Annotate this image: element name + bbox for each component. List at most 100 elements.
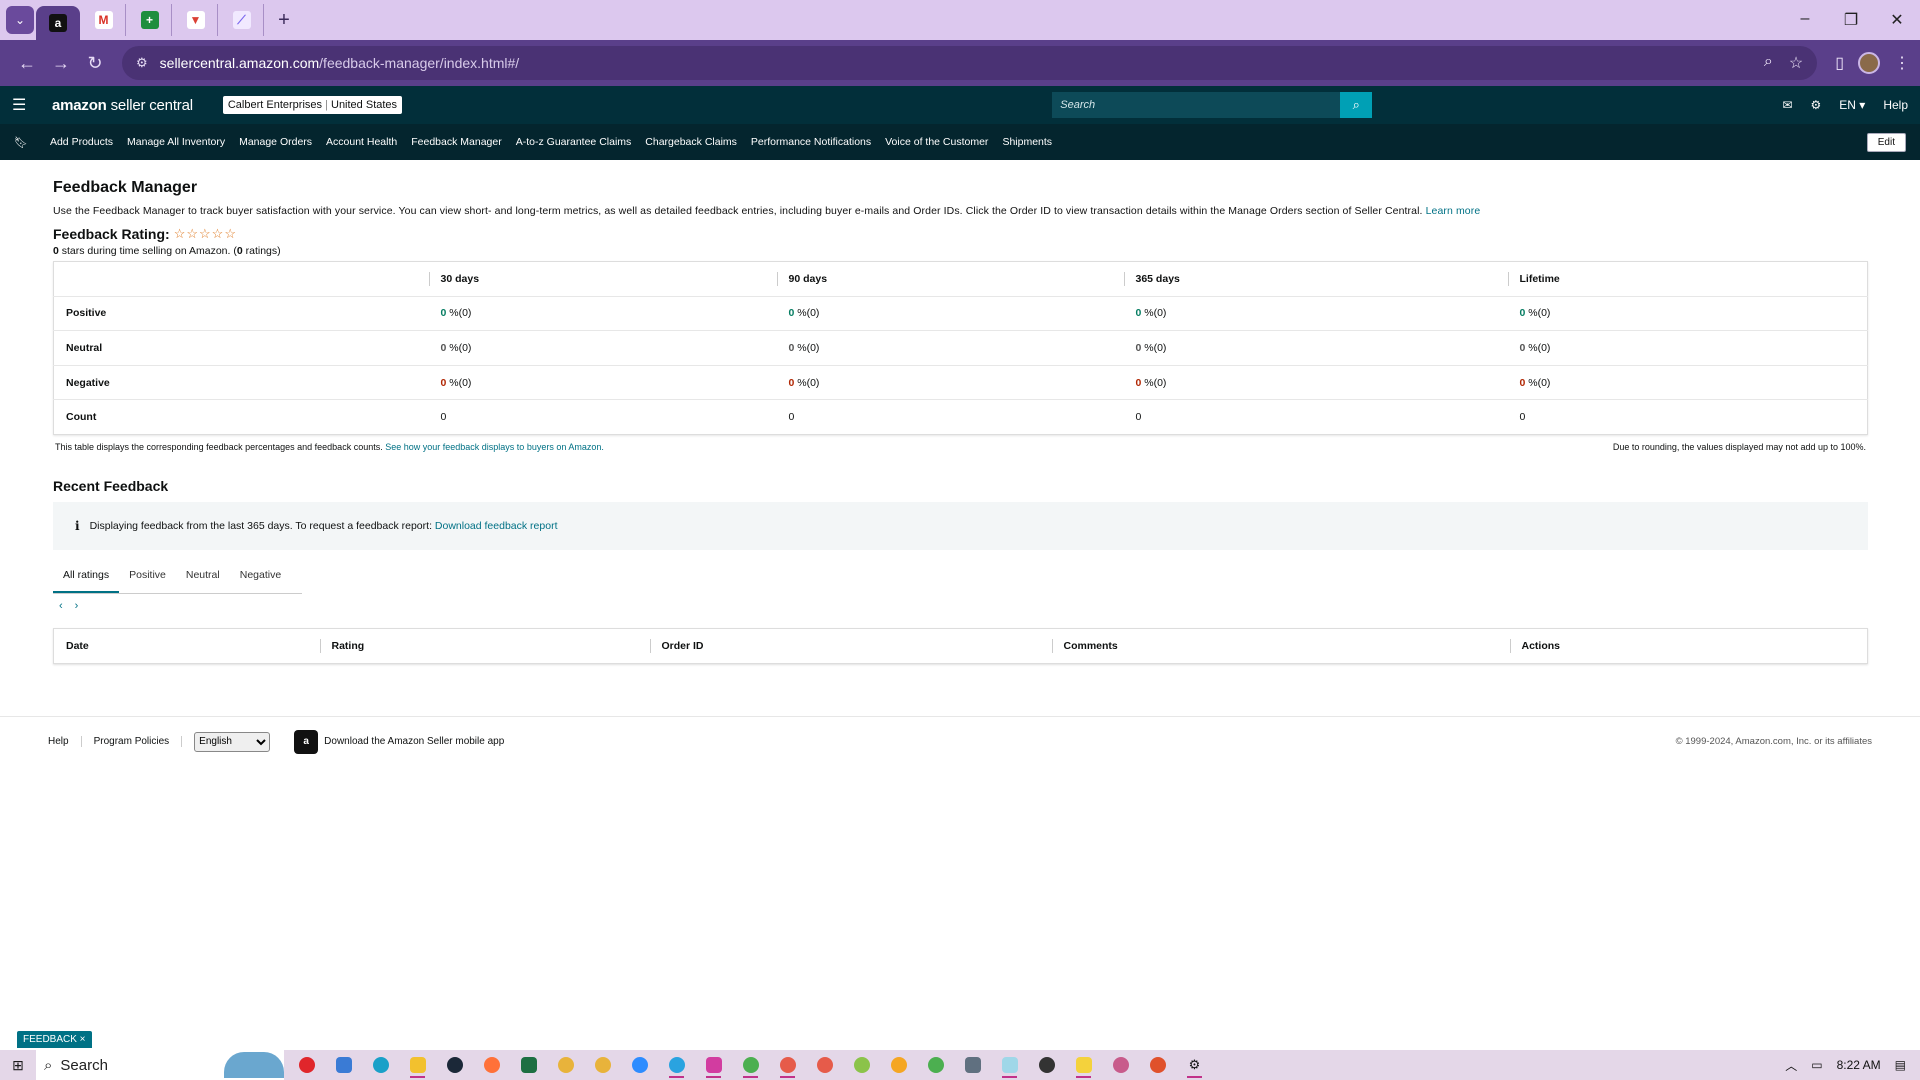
zoom-app-icon[interactable] <box>621 1050 658 1080</box>
rating-title: Feedback Rating: <box>53 226 170 242</box>
bookmark-star-icon[interactable]: ☆ <box>1789 53 1803 73</box>
app-icon[interactable] <box>288 1050 325 1080</box>
language-selector[interactable]: EN ▾ <box>1839 98 1865 112</box>
nav-voice-of-customer[interactable]: Voice of the Customer <box>885 136 988 148</box>
col-lifetime: Lifetime <box>1507 262 1868 297</box>
edge-icon[interactable] <box>362 1050 399 1080</box>
reload-icon[interactable]: ↻ <box>78 53 112 74</box>
rating-summary: 0 stars during time selling on Amazon. (… <box>53 245 1867 257</box>
amazon-app-icon[interactable]: a <box>294 729 319 754</box>
footer-language-select[interactable]: English <box>194 731 271 752</box>
tab-todoist[interactable]: ▼ <box>174 4 218 36</box>
chrome-icon[interactable] <box>806 1050 843 1080</box>
footer-policies-link[interactable]: Program Policies <box>82 736 183 747</box>
help-link[interactable]: Help <box>1883 98 1908 112</box>
tab-sheets[interactable]: + <box>128 4 172 36</box>
nav-shipments[interactable]: Shipments <box>1002 136 1052 148</box>
nav-account-health[interactable]: Account Health <box>326 136 397 148</box>
tab-amazon[interactable]: a <box>36 6 80 40</box>
chrome-icon[interactable] <box>769 1050 806 1080</box>
download-report-link[interactable]: Download feedback report <box>435 520 558 532</box>
app-icon[interactable] <box>1139 1050 1176 1080</box>
zoom-icon[interactable]: ⌕ <box>1764 53 1773 73</box>
profile-avatar[interactable] <box>1858 52 1880 74</box>
account-name: Calbert Enterprises <box>227 99 323 111</box>
notepad-icon[interactable] <box>991 1050 1028 1080</box>
buyer-display-link[interactable]: See how your feedback displays to buyers… <box>385 442 604 452</box>
nav-performance-notifications[interactable]: Performance Notifications <box>751 136 871 148</box>
mobile-app-link[interactable]: Download the Amazon Seller mobile app <box>324 736 504 747</box>
forward-icon[interactable]: → <box>44 53 78 74</box>
prev-page-icon[interactable]: ‹ <box>59 600 63 612</box>
tab-gmail[interactable]: M <box>82 4 126 36</box>
side-panel-icon[interactable]: ▯ <box>1835 53 1844 73</box>
chrome-icon[interactable] <box>880 1050 917 1080</box>
chrome-icon[interactable] <box>917 1050 954 1080</box>
tab-all-ratings[interactable]: All ratings <box>53 564 120 593</box>
nav-atoz-claims[interactable]: A-to-z Guarantee Claims <box>516 136 632 148</box>
mail-icon[interactable]: ✉ <box>1782 98 1792 112</box>
nav-manage-inventory[interactable]: Manage All Inventory <box>127 136 225 148</box>
next-page-icon[interactable]: › <box>75 600 79 612</box>
nav-feedback-manager[interactable]: Feedback Manager <box>411 136 501 148</box>
sheets-favicon-icon: + <box>140 11 159 29</box>
steam-icon[interactable] <box>436 1050 473 1080</box>
store-icon[interactable] <box>325 1050 362 1080</box>
blank-header <box>54 262 429 297</box>
hamburger-menu-icon[interactable]: ☰ <box>12 95 40 115</box>
tab-clickup[interactable]: ⟋ <box>220 4 264 36</box>
nav-add-products[interactable]: Add Products <box>50 136 113 148</box>
url-bar[interactable]: ⚙ sellercentral.amazon.com/feedback-mana… <box>122 46 1818 80</box>
edit-nav-button[interactable]: Edit <box>1866 132 1906 152</box>
settings-gear-icon[interactable]: ⚙ <box>1811 98 1822 112</box>
close-icon[interactable]: ✕ <box>1874 10 1920 30</box>
snipping-icon[interactable] <box>1102 1050 1139 1080</box>
table-cell: 0 %(0) <box>1123 364 1508 400</box>
nav-chargeback-claims[interactable]: Chargeback Claims <box>645 136 737 148</box>
new-tab-button[interactable]: + <box>268 4 300 36</box>
media-icon[interactable] <box>1028 1050 1065 1080</box>
chrome-icon[interactable] <box>547 1050 584 1080</box>
restore-icon[interactable]: ❐ <box>1828 10 1874 30</box>
telegram-icon[interactable] <box>658 1050 695 1080</box>
chrome-icon[interactable] <box>732 1050 769 1080</box>
recent-feedback-table: Date Rating Order ID Comments Actions <box>53 627 1868 664</box>
calculator-icon[interactable] <box>954 1050 991 1080</box>
tab-search-button[interactable]: ⌄ <box>6 6 34 34</box>
sticky-notes-icon[interactable] <box>1065 1050 1102 1080</box>
feedback-rating: Feedback Rating: ☆☆☆☆☆ <box>53 226 1867 242</box>
minimize-icon[interactable]: – <box>1782 10 1828 30</box>
firefox-icon[interactable] <box>473 1050 510 1080</box>
chrome-icon[interactable] <box>843 1050 880 1080</box>
back-icon[interactable]: ← <box>10 53 44 74</box>
footer-help-link[interactable]: Help <box>48 736 82 747</box>
app-icon[interactable] <box>695 1050 732 1080</box>
browser-menu-icon[interactable]: ⋮ <box>1894 53 1910 73</box>
site-info-icon[interactable]: ⚙ <box>136 55 148 71</box>
nav-manage-orders[interactable]: Manage Orders <box>239 136 312 148</box>
tab-positive[interactable]: Positive <box>119 564 176 593</box>
clock-time[interactable]: 8:22 AM <box>1837 1058 1881 1072</box>
chrome-icon[interactable] <box>584 1050 621 1080</box>
col-actions: Actions <box>1509 628 1868 663</box>
excel-icon[interactable] <box>510 1050 547 1080</box>
account-switcher[interactable]: Calbert Enterprises | United States <box>222 96 403 114</box>
tab-negative[interactable]: Negative <box>230 564 291 593</box>
tray-chevron-icon[interactable]: ︿ <box>1785 1057 1797 1074</box>
battery-icon[interactable]: ▭ <box>1811 1058 1822 1072</box>
learn-more-link[interactable]: Learn more <box>1426 205 1481 217</box>
page-description: Use the Feedback Manager to track buyer … <box>53 205 1867 217</box>
seller-central-logo[interactable]: amazon seller central <box>52 97 193 114</box>
header-search-input[interactable] <box>1052 92 1341 118</box>
file-explorer-icon[interactable] <box>399 1050 436 1080</box>
table-cell: 0 %(0) <box>428 295 777 331</box>
notifications-icon[interactable]: ▤ <box>1895 1058 1906 1072</box>
taskbar-search[interactable]: ⌕ Search <box>36 1050 284 1080</box>
bookmark-icon[interactable]: 🔖︎ <box>14 136 28 149</box>
cell-suffix: %(0) <box>794 341 820 354</box>
windows-start-icon[interactable]: ⊞ <box>0 1057 36 1074</box>
feedback-widget-tab[interactable]: FEEDBACK × <box>17 1031 92 1048</box>
tab-neutral[interactable]: Neutral <box>176 564 230 593</box>
search-icon[interactable]: ⌕ <box>1340 92 1373 118</box>
settings-gear-icon[interactable]: ⚙ <box>1176 1050 1213 1080</box>
